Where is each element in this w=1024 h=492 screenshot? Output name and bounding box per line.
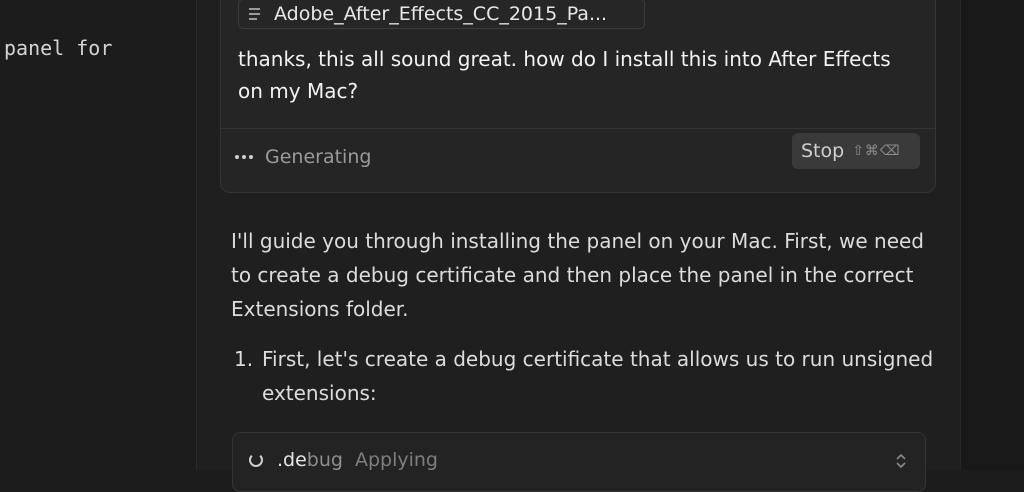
right-sidebar [960, 0, 1024, 470]
spinner-icon [249, 453, 263, 467]
tool-file-prefix: .de [277, 449, 307, 471]
editor-pane: panel for [0, 0, 197, 470]
list-item: 1. First, let's create a debug certifica… [234, 342, 934, 410]
tool-status: Applying [354, 449, 438, 471]
file-lines-icon [249, 8, 260, 20]
chat-panel: Adobe_After_Effects_CC_2015_Pa... thanks… [197, 0, 960, 492]
attachment-chip[interactable]: Adobe_After_Effects_CC_2015_Pa... [238, 0, 645, 29]
generating-status: Generating [235, 146, 371, 168]
stop-label: Stop [801, 140, 845, 162]
step-number: 1. [234, 347, 254, 371]
code-text: panel for [4, 36, 113, 60]
status-label: Generating [265, 146, 372, 168]
attachment-name: Adobe_After_Effects_CC_2015_Pa... [274, 3, 608, 25]
tool-row: .debug Applying [249, 449, 438, 471]
stop-shortcut: ⇧⌘⌫ [852, 143, 901, 159]
tool-file-suffix: bug [306, 449, 343, 471]
step-text: First, let's create a debug certificate … [262, 347, 934, 405]
assistant-intro: I'll guide you through installing the pa… [231, 229, 924, 321]
divider [221, 128, 935, 129]
tool-file-name: .debug [277, 449, 343, 471]
tool-call-card[interactable]: .debug Applying [232, 432, 926, 492]
assistant-message: I'll guide you through installing the pa… [231, 224, 931, 326]
user-message-card: Adobe_After_Effects_CC_2015_Pa... thanks… [220, 0, 936, 193]
stop-button[interactable]: Stop ⇧⌘⌫ [792, 133, 920, 169]
user-message-text: thanks, this all sound great. how do I i… [238, 47, 891, 103]
chevron-updown-icon[interactable] [895, 451, 907, 471]
ellipsis-icon [235, 155, 253, 159]
